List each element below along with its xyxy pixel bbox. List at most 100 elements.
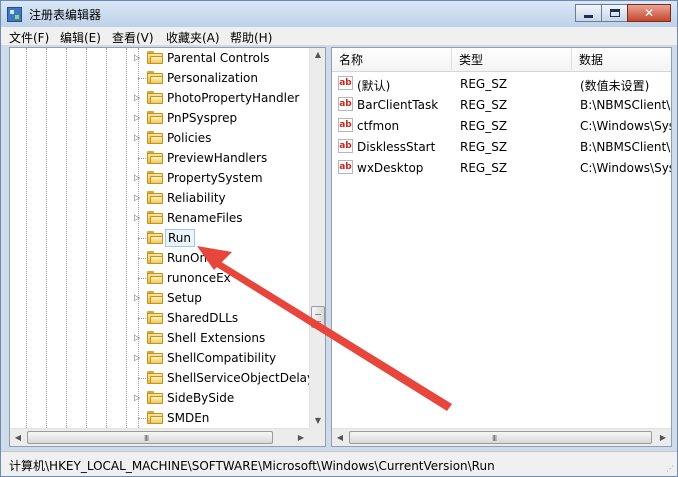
expand-arrow-icon[interactable]: ▷ [134,133,142,143]
cell-type: REG_SZ [460,140,508,154]
expand-arrow-icon[interactable]: ▷ [134,113,142,123]
scroll-up-button[interactable]: ▲ [310,48,326,62]
expand-arrow-icon[interactable]: ▷ [134,93,142,103]
tree-vertical-scrollbar[interactable]: ▲ ▼ [309,48,325,428]
cell-name: ctfmon [357,119,400,133]
string-value-icon: ab [338,118,353,132]
tree-node[interactable]: ShellServiceObjectDelayL [10,368,310,388]
scroll-left-button[interactable]: ◀ [10,429,26,447]
list-horizontal-scrollbar[interactable]: ◀ III ▶ [332,428,671,446]
folder-icon [147,151,163,164]
menu-help[interactable]: 帮助(H) [230,29,272,46]
size-grip-icon[interactable]: ⋰ [666,464,674,473]
tree-node[interactable]: RunOnce [10,248,310,268]
tree-node-label: RunOnce [167,251,222,265]
list-item[interactable]: ab DisklessStart REG_SZ B:\NBMSClient\ [332,136,671,157]
string-value-icon: ab [338,160,353,174]
string-value-icon: ab [338,76,353,90]
expand-arrow-icon[interactable]: ▷ [134,53,142,63]
tree-node[interactable]: ▷ SideBySide [10,388,310,408]
expand-arrow-icon[interactable]: ▷ [134,353,142,363]
close-button[interactable]: ✕ [627,4,671,22]
tree-node[interactable]: ▷ Shell Extensions [10,328,310,348]
folder-icon [147,251,163,264]
tree-node[interactable]: ▷ Parental Controls [10,48,310,68]
scroll-right-button[interactable]: ▶ [655,429,671,446]
tree-node[interactable]: Personalization [10,68,310,88]
expand-arrow-icon[interactable]: ▷ [134,393,142,403]
tree-node[interactable]: ▷ Reliability [10,188,310,208]
folder-icon [147,411,163,424]
tree-node-label: Policies [167,131,212,145]
tree-node[interactable]: Run [10,228,310,248]
string-value-icon: ab [338,97,353,111]
tree-node-label: PropertySystem [167,171,263,185]
tree-node[interactable]: SharedDLLs [10,308,310,328]
tree-node-label: SharedDLLs [167,311,239,325]
maximize-button[interactable] [601,4,628,22]
folder-icon [147,111,163,124]
tree-node[interactable]: ▷ RenameFiles [10,208,310,228]
menu-file[interactable]: 文件(F) [9,29,49,46]
tree-node-label: Personalization [167,71,258,85]
tree-node-label: Shell Extensions [167,331,266,345]
grip-icon: III [492,434,497,443]
expand-arrow-icon[interactable]: ▷ [134,173,142,183]
scroll-left-button[interactable]: ◀ [332,429,348,446]
tree-hscroll-thumb[interactable]: III [27,431,273,444]
tree-node[interactable]: ▷ Setup [10,288,310,308]
expand-arrow-icon[interactable]: ▷ [134,193,142,203]
list-item[interactable]: ab wxDesktop REG_SZ C:\Windows\Sys [332,157,671,178]
scroll-down-button[interactable]: ▼ [310,414,326,428]
column-data[interactable]: 数据 [572,48,671,72]
tree-node-label: Parental Controls [167,51,270,65]
title-bar[interactable]: 注册表编辑器 ✕ [1,1,677,27]
maximize-icon [609,9,620,17]
minimize-button[interactable] [575,4,602,22]
folder-icon [147,331,163,344]
menu-bar: 文件(F) 编辑(E) 查看(V) 收藏夹(A) 帮助(H) [1,27,677,46]
tree-node-label: Run [165,229,196,247]
folder-icon [147,171,163,184]
tree-node[interactable]: ▷ PropertySystem [10,168,310,188]
tree-node[interactable]: ▷ ShellCompatibility [10,348,310,368]
tree-node-label: runonceEx [167,271,231,285]
list-hscroll-thumb[interactable]: III [349,431,652,444]
list-item[interactable]: ab BarClientTask REG_SZ B:\NBMSClient\ [332,94,671,115]
folder-icon [147,291,163,304]
values-list[interactable]: 名称 类型 数据 ab (默认) REG_SZ (数值未设置) ab BarClientT… [331,47,672,447]
tree-node-label: RenameFiles [167,211,243,225]
expand-arrow-icon[interactable]: ▷ [134,293,142,303]
registry-tree[interactable]: ▷ Parental Controls Personalization ▷ PhotoP… [9,47,326,447]
status-path: 计算机\HKEY_LOCAL_MACHINE\SOFTWARE\Microsof… [9,459,495,473]
close-icon: ✕ [643,6,655,20]
menu-edit[interactable]: 编辑(E) [60,29,101,46]
folder-icon [147,231,163,244]
scroll-right-button[interactable]: ▶ [293,429,309,447]
tree-horizontal-scrollbar[interactable]: ◀ III ▶ [10,428,309,446]
expand-arrow-icon[interactable]: ▷ [134,213,142,223]
column-type[interactable]: 类型 [452,48,572,72]
tree-node[interactable]: ▷ Policies [10,128,310,148]
list-item[interactable]: ab (默认) REG_SZ (数值未设置) [332,73,671,94]
expand-arrow-icon[interactable]: ▷ [134,333,142,343]
list-item[interactable]: ab ctfmon REG_SZ C:\Windows\Sys [332,115,671,136]
menu-view[interactable]: 查看(V) [112,29,154,46]
column-name[interactable]: 名称 [332,48,452,72]
tree-node[interactable]: ▷ PhotoPropertyHandler [10,88,310,108]
tree-node-label: Reliability [167,191,226,205]
string-value-icon: ab [338,139,353,153]
menu-favorites[interactable]: 收藏夹(A) [166,29,220,46]
tree-node-label: PhotoPropertyHandler [167,91,300,105]
status-bar: 计算机\HKEY_LOCAL_MACHINE\SOFTWARE\Microsof… [1,451,677,476]
tree-node-label: PnPSysprep [167,111,238,125]
folder-icon [147,71,163,84]
cell-data: B:\NBMSClient\ [580,140,671,154]
tree-scroll-thumb[interactable] [311,306,325,328]
tree-node[interactable]: PreviewHandlers [10,148,310,168]
tree-node[interactable]: runonceEx [10,268,310,288]
tree-node[interactable]: SMDEn [10,408,310,428]
tree-node[interactable]: ▷ PnPSysprep [10,108,310,128]
folder-icon [147,271,163,284]
folder-icon [147,51,163,64]
